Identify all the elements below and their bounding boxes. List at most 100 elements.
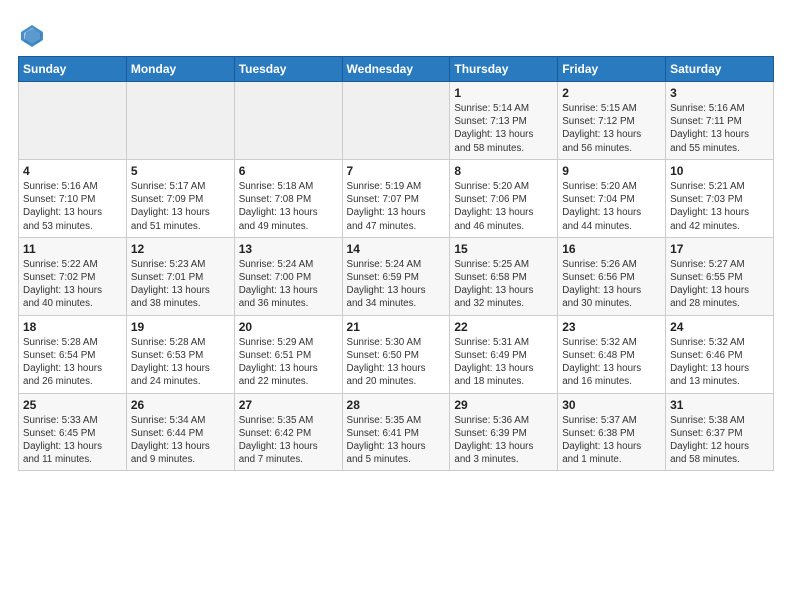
- day-number: 11: [23, 242, 122, 256]
- day-number: 1: [454, 86, 553, 100]
- day-number: 21: [347, 320, 446, 334]
- day-cell: 14Sunrise: 5:24 AM Sunset: 6:59 PM Dayli…: [342, 237, 450, 315]
- day-number: 30: [562, 398, 661, 412]
- day-info: Sunrise: 5:21 AM Sunset: 7:03 PM Dayligh…: [670, 180, 769, 233]
- day-cell: 23 Sunrise: 5:32 AM Sunset: 6:48 PM Dayli…: [558, 315, 666, 393]
- week-row-3: 11 Sunrise: 5:22 AM Sunset: 7:02 PM Dayli…: [19, 237, 774, 315]
- weekday-header-wednesday: Wednesday: [342, 57, 450, 82]
- day-number: 8: [454, 164, 553, 178]
- weekday-header-thursday: Thursday: [450, 57, 558, 82]
- day-cell: 21Sunrise: 5:30 AM Sunset: 6:50 PM Dayli…: [342, 315, 450, 393]
- day-info: Sunrise: 5:32 AM Sunset: 6:48 PM Dayligh…: [562, 336, 661, 389]
- calendar-body: 1Sunrise: 5:14 AM Sunset: 7:13 PM Daylig…: [19, 82, 774, 471]
- day-number: 23: [562, 320, 661, 334]
- day-info: Sunrise: 5:25 AM Sunset: 6:58 PM Dayligh…: [454, 258, 553, 311]
- day-info: Sunrise: 5:34 AM Sunset: 6:44 PM Dayligh…: [131, 414, 230, 467]
- day-info: Sunrise: 5:19 AM Sunset: 7:07 PM Dayligh…: [347, 180, 446, 233]
- day-number: 14: [347, 242, 446, 256]
- day-info: Sunrise: 5:18 AM Sunset: 7:08 PM Dayligh…: [239, 180, 338, 233]
- weekday-header-saturday: Saturday: [666, 57, 774, 82]
- day-cell: 15 Sunrise: 5:25 AM Sunset: 6:58 PM Dayli…: [450, 237, 558, 315]
- day-number: 7: [347, 164, 446, 178]
- day-info: Sunrise: 5:35 AM Sunset: 6:41 PM Dayligh…: [347, 414, 446, 467]
- day-cell: 30 Sunrise: 5:37 AM Sunset: 6:38 PM Dayli…: [558, 393, 666, 471]
- day-number: 15: [454, 242, 553, 256]
- day-cell: 10 Sunrise: 5:21 AM Sunset: 7:03 PM Dayli…: [666, 159, 774, 237]
- day-info: Sunrise: 5:17 AM Sunset: 7:09 PM Dayligh…: [131, 180, 230, 233]
- day-number: 20: [239, 320, 338, 334]
- day-info: Sunrise: 5:20 AM Sunset: 7:04 PM Dayligh…: [562, 180, 661, 233]
- day-info: Sunrise: 5:33 AM Sunset: 6:45 PM Dayligh…: [23, 414, 122, 467]
- day-cell: 1Sunrise: 5:14 AM Sunset: 7:13 PM Daylig…: [450, 82, 558, 160]
- day-cell: 20Sunrise: 5:29 AM Sunset: 6:51 PM Dayli…: [234, 315, 342, 393]
- day-info: Sunrise: 5:37 AM Sunset: 6:38 PM Dayligh…: [562, 414, 661, 467]
- weekday-header-monday: Monday: [126, 57, 234, 82]
- weekday-header-sunday: Sunday: [19, 57, 127, 82]
- day-cell: 3 Sunrise: 5:16 AM Sunset: 7:11 PM Daylig…: [666, 82, 774, 160]
- week-row-2: 4Sunrise: 5:16 AM Sunset: 7:10 PM Daylig…: [19, 159, 774, 237]
- day-number: 29: [454, 398, 553, 412]
- day-number: 22: [454, 320, 553, 334]
- week-row-1: 1Sunrise: 5:14 AM Sunset: 7:13 PM Daylig…: [19, 82, 774, 160]
- day-info: Sunrise: 5:35 AM Sunset: 6:42 PM Dayligh…: [239, 414, 338, 467]
- day-info: Sunrise: 5:24 AM Sunset: 7:00 PM Dayligh…: [239, 258, 338, 311]
- day-info: Sunrise: 5:28 AM Sunset: 6:54 PM Dayligh…: [23, 336, 122, 389]
- day-cell: 5 Sunrise: 5:17 AM Sunset: 7:09 PM Daylig…: [126, 159, 234, 237]
- day-number: 16: [562, 242, 661, 256]
- day-number: 10: [670, 164, 769, 178]
- day-info: Sunrise: 5:16 AM Sunset: 7:10 PM Dayligh…: [23, 180, 122, 233]
- logo-icon: [18, 22, 46, 50]
- day-info: Sunrise: 5:27 AM Sunset: 6:55 PM Dayligh…: [670, 258, 769, 311]
- day-cell: 8 Sunrise: 5:20 AM Sunset: 7:06 PM Daylig…: [450, 159, 558, 237]
- day-info: Sunrise: 5:32 AM Sunset: 6:46 PM Dayligh…: [670, 336, 769, 389]
- day-cell: [234, 82, 342, 160]
- day-cell: [19, 82, 127, 160]
- logo: [18, 22, 49, 50]
- day-number: 18: [23, 320, 122, 334]
- day-number: 31: [670, 398, 769, 412]
- day-number: 28: [347, 398, 446, 412]
- day-info: Sunrise: 5:20 AM Sunset: 7:06 PM Dayligh…: [454, 180, 553, 233]
- day-cell: 25 Sunrise: 5:33 AM Sunset: 6:45 PM Dayli…: [19, 393, 127, 471]
- day-number: 26: [131, 398, 230, 412]
- day-cell: 28 Sunrise: 5:35 AM Sunset: 6:41 PM Dayli…: [342, 393, 450, 471]
- day-info: Sunrise: 5:16 AM Sunset: 7:11 PM Dayligh…: [670, 102, 769, 155]
- day-number: 13: [239, 242, 338, 256]
- day-cell: 6 Sunrise: 5:18 AM Sunset: 7:08 PM Daylig…: [234, 159, 342, 237]
- day-number: 27: [239, 398, 338, 412]
- day-cell: 29 Sunrise: 5:36 AM Sunset: 6:39 PM Dayli…: [450, 393, 558, 471]
- day-number: 3: [670, 86, 769, 100]
- day-number: 25: [23, 398, 122, 412]
- day-cell: 17 Sunrise: 5:27 AM Sunset: 6:55 PM Dayli…: [666, 237, 774, 315]
- day-info: Sunrise: 5:31 AM Sunset: 6:49 PM Dayligh…: [454, 336, 553, 389]
- header: [18, 18, 774, 50]
- day-cell: [126, 82, 234, 160]
- day-cell: 19Sunrise: 5:28 AM Sunset: 6:53 PM Dayli…: [126, 315, 234, 393]
- day-info: Sunrise: 5:22 AM Sunset: 7:02 PM Dayligh…: [23, 258, 122, 311]
- day-cell: 26 Sunrise: 5:34 AM Sunset: 6:44 PM Dayli…: [126, 393, 234, 471]
- day-number: 9: [562, 164, 661, 178]
- day-cell: 9 Sunrise: 5:20 AM Sunset: 7:04 PM Daylig…: [558, 159, 666, 237]
- day-cell: 16 Sunrise: 5:26 AM Sunset: 6:56 PM Dayli…: [558, 237, 666, 315]
- day-cell: 11 Sunrise: 5:22 AM Sunset: 7:02 PM Dayli…: [19, 237, 127, 315]
- day-cell: 22 Sunrise: 5:31 AM Sunset: 6:49 PM Dayli…: [450, 315, 558, 393]
- page: SundayMondayTuesdayWednesdayThursdayFrid…: [0, 0, 792, 481]
- day-number: 12: [131, 242, 230, 256]
- day-number: 2: [562, 86, 661, 100]
- day-cell: 2 Sunrise: 5:15 AM Sunset: 7:12 PM Daylig…: [558, 82, 666, 160]
- day-cell: 7 Sunrise: 5:19 AM Sunset: 7:07 PM Daylig…: [342, 159, 450, 237]
- calendar-table: SundayMondayTuesdayWednesdayThursdayFrid…: [18, 56, 774, 471]
- day-number: 6: [239, 164, 338, 178]
- day-cell: 31Sunrise: 5:38 AM Sunset: 6:37 PM Dayli…: [666, 393, 774, 471]
- day-info: Sunrise: 5:15 AM Sunset: 7:12 PM Dayligh…: [562, 102, 661, 155]
- day-info: Sunrise: 5:23 AM Sunset: 7:01 PM Dayligh…: [131, 258, 230, 311]
- day-number: 5: [131, 164, 230, 178]
- day-cell: [342, 82, 450, 160]
- day-cell: 4Sunrise: 5:16 AM Sunset: 7:10 PM Daylig…: [19, 159, 127, 237]
- day-info: Sunrise: 5:36 AM Sunset: 6:39 PM Dayligh…: [454, 414, 553, 467]
- day-info: Sunrise: 5:26 AM Sunset: 6:56 PM Dayligh…: [562, 258, 661, 311]
- week-row-4: 18 Sunrise: 5:28 AM Sunset: 6:54 PM Dayli…: [19, 315, 774, 393]
- day-number: 17: [670, 242, 769, 256]
- day-number: 24: [670, 320, 769, 334]
- day-info: Sunrise: 5:28 AM Sunset: 6:53 PM Dayligh…: [131, 336, 230, 389]
